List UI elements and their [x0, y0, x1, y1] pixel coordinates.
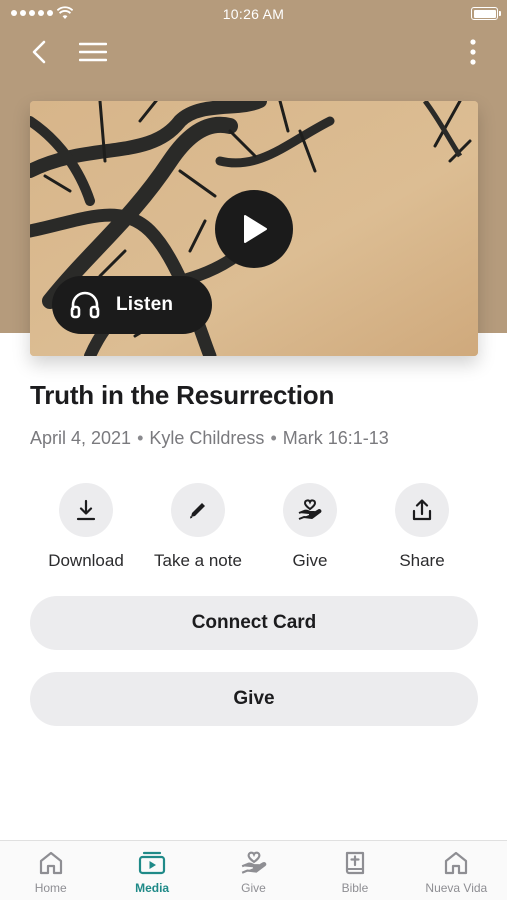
listen-button[interactable]: Listen	[52, 276, 212, 334]
give-button[interactable]: Give	[30, 672, 478, 726]
media-icon	[139, 851, 166, 875]
headphones-icon	[70, 291, 100, 319]
meta-separator: •	[137, 428, 144, 448]
status-bar: 10:26 AM	[0, 0, 507, 28]
home-icon	[445, 851, 468, 875]
tab-nueva-vida-label: Nueva Vida	[425, 881, 488, 895]
hand-heart-icon	[241, 851, 266, 874]
status-time: 10:26 AM	[222, 6, 285, 22]
tab-media[interactable]: Media	[101, 841, 202, 900]
tab-bible[interactable]: Bible	[304, 841, 405, 900]
give-action-label: Give	[292, 551, 328, 570]
sermon-speaker: Kyle Childress	[149, 428, 265, 448]
more-options-button[interactable]	[463, 35, 483, 69]
tab-nueva-vida[interactable]: Nueva Vida	[406, 841, 507, 900]
battery-icon	[471, 7, 501, 20]
tab-give[interactable]: Give	[203, 841, 304, 900]
tab-bible-label: Bible	[341, 881, 369, 895]
play-button[interactable]	[215, 190, 293, 268]
action-row: Download Take a note Give Share	[30, 483, 478, 571]
take-note-button[interactable]: Take a note	[142, 483, 254, 571]
download-button[interactable]: Download	[30, 483, 142, 571]
listen-label: Listen	[116, 294, 174, 315]
sermon-artwork: Listen	[30, 101, 478, 356]
menu-button[interactable]	[74, 35, 112, 69]
sermon-passage: Mark 16:1-13	[282, 428, 389, 448]
connect-card-button[interactable]: Connect Card	[30, 596, 478, 650]
meta-separator: •	[270, 428, 277, 448]
tab-home[interactable]: Home	[0, 841, 101, 900]
tab-media-label: Media	[135, 881, 170, 895]
play-icon	[244, 215, 267, 243]
tab-bar: Home Media Give Bible Nueva Vida	[0, 840, 507, 900]
sermon-date: April 4, 2021	[30, 428, 132, 448]
tab-home-label: Home	[34, 881, 67, 895]
hand-heart-icon	[298, 499, 322, 520]
sermon-meta: April 4, 2021 • Kyle Childress • Mark 16…	[30, 428, 389, 449]
take-note-label: Take a note	[154, 551, 242, 570]
bible-icon	[345, 851, 365, 875]
back-button[interactable]	[22, 35, 56, 69]
share-icon	[412, 499, 432, 521]
share-label: Share	[399, 551, 445, 570]
pencil-icon	[190, 503, 205, 519]
home-icon	[39, 851, 62, 875]
give-action-button[interactable]: Give	[254, 483, 366, 571]
share-button[interactable]: Share	[366, 483, 478, 571]
hamburger-icon	[79, 42, 107, 62]
more-vertical-icon	[470, 39, 476, 65]
download-label: Download	[48, 551, 124, 570]
tab-give-label: Give	[241, 881, 266, 895]
download-icon	[76, 499, 96, 521]
chevron-left-icon	[32, 40, 46, 64]
sermon-title: Truth in the Resurrection	[30, 380, 335, 410]
